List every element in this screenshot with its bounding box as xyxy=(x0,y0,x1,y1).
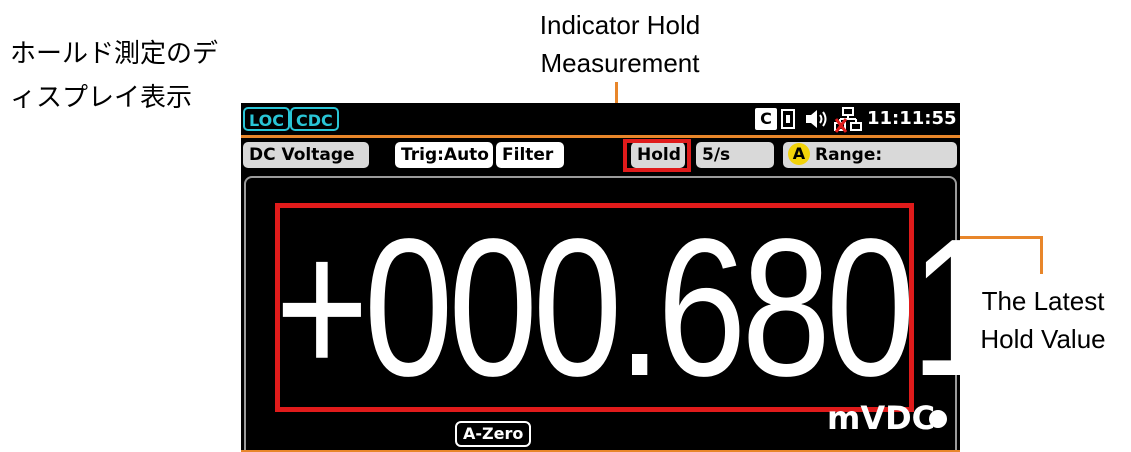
indicator-caption-line2: Measurement xyxy=(540,48,700,78)
indicator-caption-line1: Indicator Hold xyxy=(539,10,701,40)
cdc-indicator: CDC xyxy=(290,107,339,131)
unit-label: mVDC xyxy=(827,399,936,437)
latest-leader-vertical xyxy=(1040,236,1043,274)
network-disconnected-icon xyxy=(834,107,862,133)
status-bar: LOC CDC C 11:11:55 xyxy=(241,103,960,135)
auto-range-badge: A xyxy=(788,143,810,165)
meter-display: LOC CDC C 11:11:55 DC Voltage Trig:Auto … xyxy=(241,103,1000,452)
sample-dot-icon xyxy=(929,410,947,428)
tab-dc-voltage[interactable]: DC Voltage xyxy=(243,142,369,168)
hold-highlight-box xyxy=(623,139,691,172)
azero-indicator: A-Zero xyxy=(455,421,532,447)
tab-rate[interactable]: 5/s xyxy=(696,142,774,168)
indicator-hold-caption: Indicator Hold Measurement xyxy=(500,6,740,82)
function-tab-bar: DC Voltage Trig:Auto Filter Hold 5/s Ran… xyxy=(241,138,960,191)
reading-highlight-box xyxy=(275,203,914,412)
c-badge-icon: C xyxy=(755,108,777,130)
tab-filter[interactable]: Filter xyxy=(496,142,564,168)
speaker-icon xyxy=(806,110,827,128)
memory-card-icon xyxy=(781,109,795,129)
japanese-caption: ホールド測定のディスプレイ表示 xyxy=(10,39,219,113)
loc-indicator: LOC xyxy=(243,107,290,131)
tab-trig-auto[interactable]: Trig:Auto xyxy=(395,142,493,168)
clock-time: 11:11:55 xyxy=(867,108,957,129)
